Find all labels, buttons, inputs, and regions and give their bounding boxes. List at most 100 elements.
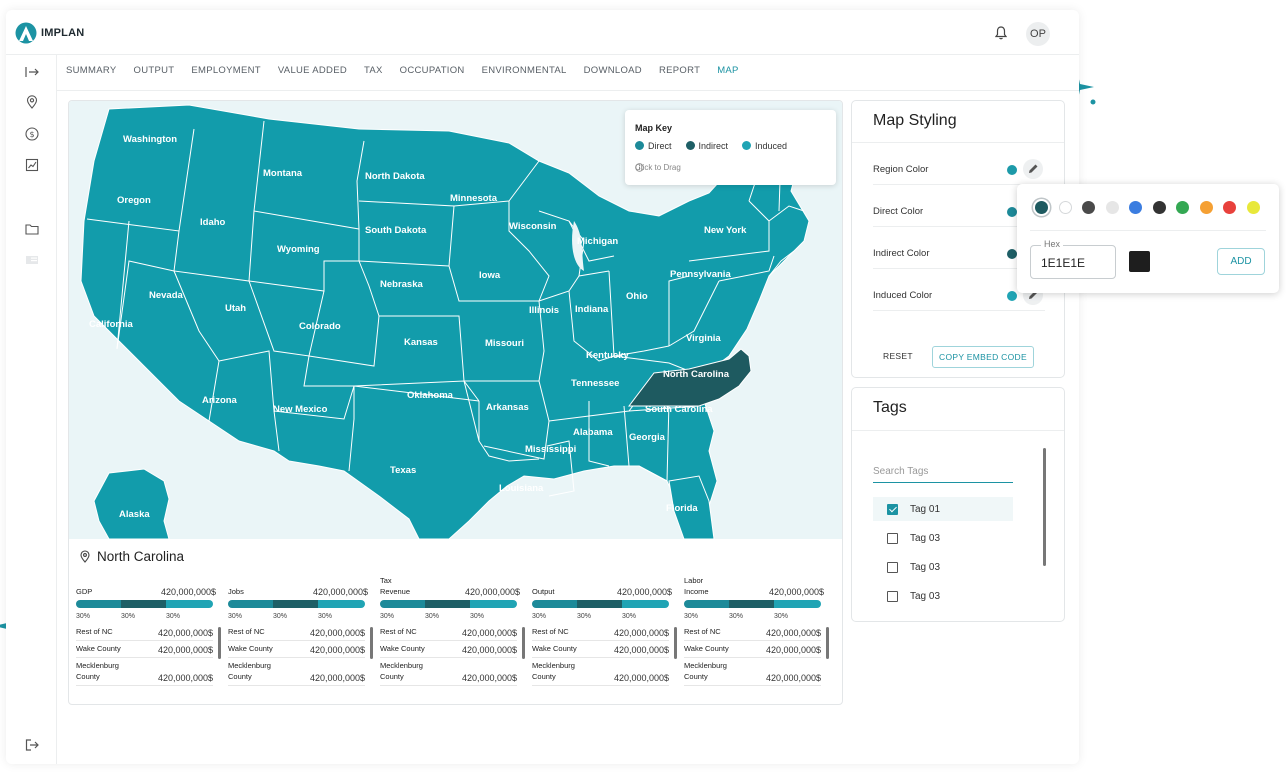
state-label-north-dakota[interactable]: North Dakota xyxy=(365,171,425,182)
state-label-arizona[interactable]: Arizona xyxy=(202,395,237,406)
breakdown-scrollbar[interactable] xyxy=(826,627,829,659)
swatch-option[interactable] xyxy=(1176,201,1189,214)
add-color-button[interactable]: ADD xyxy=(1217,248,1265,275)
logout-icon[interactable] xyxy=(25,738,39,752)
tab-download[interactable]: DOWNLOAD xyxy=(584,65,642,76)
hex-field[interactable]: Hex xyxy=(1030,239,1116,279)
location-pin-icon[interactable] xyxy=(25,95,39,109)
state-label-idaho[interactable]: Idaho xyxy=(200,217,225,228)
state-label-iowa[interactable]: Iowa xyxy=(479,270,500,281)
state-label-tennessee[interactable]: Tennessee xyxy=(571,378,619,389)
map-key[interactable]: Map Key Direct Indirect Induced Click to D… xyxy=(625,110,836,185)
state-label-minnesota[interactable]: Minnesota xyxy=(450,193,497,204)
swatch-option[interactable] xyxy=(1058,201,1072,214)
breakdown-scrollbar[interactable] xyxy=(370,627,373,659)
copy-embed-code-button[interactable]: COPY EMBED CODE xyxy=(932,346,1034,368)
tab-tax[interactable]: TAX xyxy=(364,65,383,76)
swatch-option[interactable] xyxy=(1105,201,1119,214)
swatch-option[interactable] xyxy=(1082,201,1095,214)
tag-row[interactable]: Tag 01 xyxy=(873,497,1013,521)
tags-scrollbar[interactable] xyxy=(1043,448,1046,566)
swatch-option[interactable] xyxy=(1246,201,1260,214)
card-icon[interactable] xyxy=(25,253,39,267)
state-label-indiana[interactable]: Indiana xyxy=(575,304,608,315)
state-label-colorado[interactable]: Colorado xyxy=(299,321,341,332)
state-label-new-mexico[interactable]: New Mexico xyxy=(273,404,327,415)
tab-employment[interactable]: EMPLOYMENT xyxy=(191,65,261,76)
state-label-virginia[interactable]: Virginia xyxy=(686,333,721,344)
state-label-oklahoma[interactable]: Oklahoma xyxy=(407,390,453,401)
state-label-wyoming[interactable]: Wyoming xyxy=(277,244,320,255)
state-label-georgia[interactable]: Georgia xyxy=(629,432,665,443)
reset-button[interactable]: RESET xyxy=(883,351,913,361)
tag-row[interactable]: Tag 03 xyxy=(873,555,1013,579)
expand-arrow-icon[interactable] xyxy=(25,65,39,79)
avatar[interactable]: OP xyxy=(1026,22,1050,46)
tab-report[interactable]: REPORT xyxy=(659,65,700,76)
state-label-washington[interactable]: Washington xyxy=(123,134,177,145)
tab-summary[interactable]: SUMMARY xyxy=(66,65,117,76)
tag-search-input[interactable] xyxy=(873,466,1013,477)
tag-row[interactable]: Tag 03 xyxy=(873,526,1013,550)
tab-output[interactable]: OUTPUT xyxy=(134,65,175,76)
state-label-nevada[interactable]: Nevada xyxy=(149,290,183,301)
state-label-kentucky[interactable]: Kentucky xyxy=(586,350,629,361)
swatch-option[interactable] xyxy=(1199,201,1213,214)
alaska-shape[interactable] xyxy=(93,468,170,539)
tab-map[interactable]: MAP xyxy=(717,65,739,76)
state-label-alabama[interactable]: Alabama xyxy=(573,427,613,438)
dollar-icon[interactable]: $ xyxy=(25,127,39,141)
state-label-alaska[interactable]: Alaska xyxy=(119,509,150,520)
swatch-option[interactable] xyxy=(1223,201,1236,214)
color-swatch[interactable] xyxy=(1007,249,1017,259)
state-label-mississippi[interactable]: Mississippi xyxy=(525,444,576,455)
tag-checkbox[interactable] xyxy=(887,532,898,544)
state-label-texas[interactable]: Texas xyxy=(390,465,416,476)
state-label-kansas[interactable]: Kansas xyxy=(404,337,438,348)
breakdown-scrollbar[interactable] xyxy=(218,627,221,659)
color-swatch[interactable] xyxy=(1007,207,1017,217)
tab-value-added[interactable]: VALUE ADDED xyxy=(278,65,347,76)
state-label-michigan[interactable]: Michigan xyxy=(577,236,618,247)
state-label-wisconsin[interactable]: Wisconsin xyxy=(509,221,556,232)
edit-color-button[interactable] xyxy=(1023,159,1043,179)
sidebar: $ xyxy=(6,55,57,764)
swatch-option[interactable] xyxy=(1129,201,1142,214)
bell-icon[interactable] xyxy=(995,26,1007,40)
state-label-louisiana[interactable]: Louisiana xyxy=(499,483,543,494)
color-swatch[interactable] xyxy=(1007,165,1017,175)
map-area[interactable]: Washington Montana North Dakota Minnesota Or… xyxy=(69,101,842,539)
state-label-illinois[interactable]: Illinois xyxy=(529,305,559,316)
tag-search[interactable] xyxy=(873,461,1013,483)
state-label-ohio[interactable]: Ohio xyxy=(626,291,648,302)
swatch-option[interactable] xyxy=(1152,201,1166,214)
state-label-nebraska[interactable]: Nebraska xyxy=(380,279,423,290)
state-label-oregon[interactable]: Oregon xyxy=(117,195,151,206)
state-label-montana[interactable]: Montana xyxy=(263,168,302,179)
swatch-option[interactable] xyxy=(1035,201,1048,214)
state-label-pennsylvania[interactable]: Pennsylvania xyxy=(670,269,731,280)
state-label-utah[interactable]: Utah xyxy=(225,303,246,314)
tab-environmental[interactable]: ENVIRONMENTAL xyxy=(482,65,567,76)
tag-checkbox[interactable] xyxy=(887,561,898,573)
state-label-south-dakota[interactable]: South Dakota xyxy=(365,225,426,236)
tag-checkbox[interactable] xyxy=(887,503,898,515)
breakdown-scrollbar[interactable] xyxy=(522,627,525,659)
state-label-arkansas[interactable]: Arkansas xyxy=(486,402,529,413)
state-label-new-york[interactable]: New York xyxy=(704,225,746,236)
tab-occupation[interactable]: OCCUPATION xyxy=(400,65,465,76)
breakdown-scrollbar[interactable] xyxy=(674,627,677,659)
state-label-north-carolina[interactable]: North Carolina xyxy=(663,369,729,380)
tag-checkbox[interactable] xyxy=(887,590,898,602)
state-label-florida[interactable]: Florida xyxy=(666,503,698,514)
bar-segment xyxy=(470,600,517,608)
state-label-south-carolina[interactable]: South Carolina xyxy=(645,404,713,415)
hex-input[interactable] xyxy=(1041,256,1111,270)
state-label-california[interactable]: California xyxy=(89,319,133,330)
state-label-missouri[interactable]: Missouri xyxy=(485,338,524,349)
folder-icon[interactable] xyxy=(25,222,39,236)
tag-row[interactable]: Tag 03 xyxy=(873,584,1013,608)
chart-icon[interactable] xyxy=(25,158,39,172)
color-swatch[interactable] xyxy=(1007,291,1017,301)
logo[interactable]: IMPLAN xyxy=(15,22,84,44)
